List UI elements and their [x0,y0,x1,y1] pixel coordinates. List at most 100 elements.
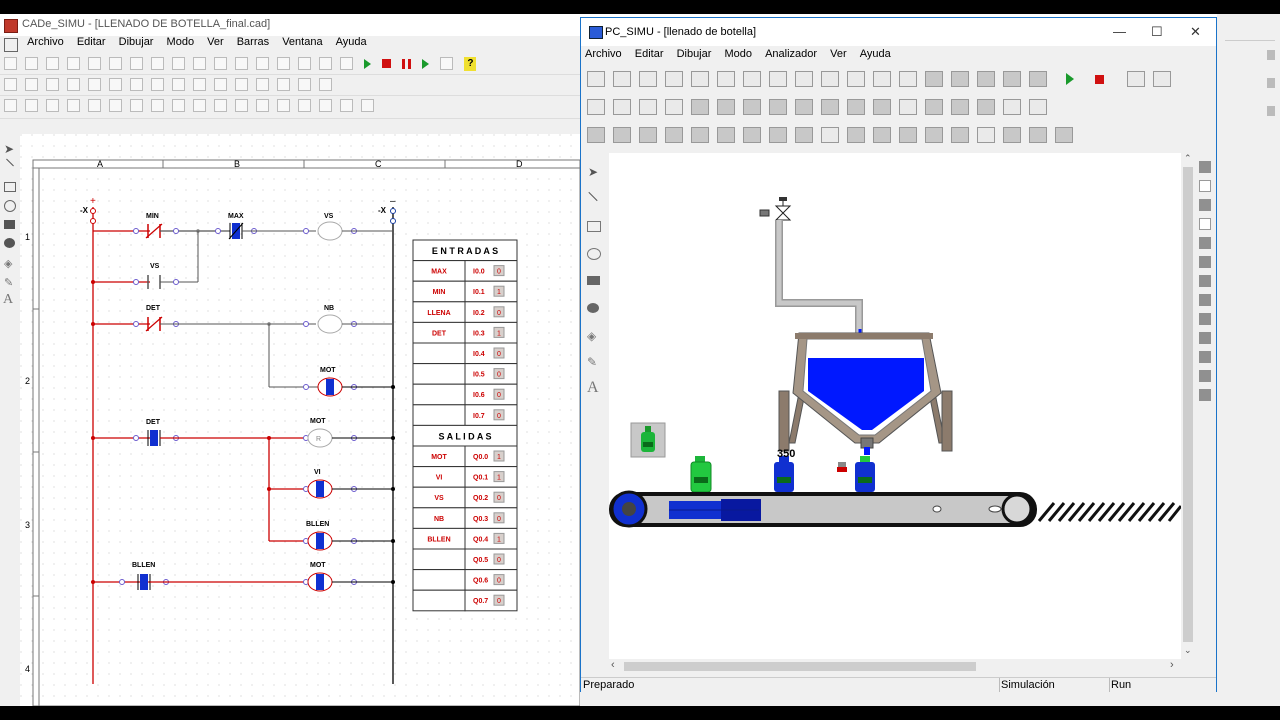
gear-icon[interactable] [821,127,839,143]
valve-icon[interactable] [899,127,917,143]
compare-icon[interactable] [256,99,269,112]
pc-menu-analizador[interactable]: Analizador [765,48,817,60]
component-icon[interactable] [88,78,101,91]
tool-icon[interactable] [1199,218,1211,230]
tool-icon[interactable] [1199,199,1211,211]
new-icon[interactable] [587,71,605,87]
minimize-icon[interactable]: — [1113,24,1126,39]
component-icon[interactable] [67,78,80,91]
pencil-icon[interactable]: ✎ [4,276,13,289]
line-tool-icon[interactable] [588,191,598,202]
stop-icon[interactable] [382,59,392,68]
tool-icon[interactable] [1199,351,1211,363]
tank-icon[interactable] [951,71,969,87]
undo-icon[interactable] [743,71,761,87]
component-icon[interactable] [130,78,143,91]
block-icon[interactable] [821,99,839,115]
hexagon-icon[interactable] [1055,127,1073,143]
speaker-icon[interactable] [977,99,995,115]
tool-icon[interactable] [1199,313,1211,325]
cylinder-icon[interactable] [691,127,709,143]
pcsimu-canvas[interactable]: 350 [609,153,1181,666]
component-icon[interactable] [298,78,311,91]
ungroup-icon[interactable] [821,71,839,87]
menu-dibujar[interactable]: Dibujar [119,36,154,48]
simulate-icon[interactable] [440,57,454,70]
horizontal-scrollbar[interactable]: ‹ › [609,659,1181,673]
hscroll-thumb[interactable] [624,662,976,671]
pause-icon[interactable] [402,59,412,69]
pc-menu-modo[interactable]: Modo [724,48,752,60]
display-icon[interactable] [847,127,865,143]
group-icon[interactable] [795,71,813,87]
pencil-icon[interactable]: ✎ [587,355,597,369]
undo-icon[interactable] [235,57,248,70]
line-tool-icon[interactable] [6,158,14,167]
chart-icon[interactable] [1153,71,1172,87]
text-icon[interactable] [899,99,917,115]
contact-no-icon[interactable] [4,99,17,112]
switch-icon[interactable] [1029,127,1047,143]
counter-icon[interactable] [193,99,206,112]
menu-barras[interactable]: Barras [237,36,269,48]
wire-icon[interactable] [361,99,374,112]
component-icon[interactable] [25,78,38,91]
fill-icon[interactable]: ◈ [4,257,12,270]
cut-icon[interactable] [88,57,101,70]
wire-icon[interactable] [340,99,353,112]
valve-icon[interactable] [691,99,709,115]
timer-icon[interactable] [172,99,185,112]
menu-ayuda[interactable]: Ayuda [336,36,367,48]
timer-icon[interactable] [151,99,164,112]
cade-drawing-canvas[interactable]: A B C D 1 2 3 4 + -X – -X MIN MAX VS VS … [20,134,580,706]
fill-icon[interactable] [951,99,969,115]
zoom-in-icon[interactable] [151,57,164,70]
cylinder-icon[interactable] [665,127,683,143]
gauge-icon[interactable] [1029,99,1047,115]
maximize-icon[interactable]: ☐ [1151,24,1163,40]
belt-icon[interactable] [613,127,631,143]
filled-rect-icon[interactable] [4,220,15,229]
zoom-fit-icon[interactable] [193,57,206,70]
compare-icon[interactable] [319,99,332,112]
image-icon[interactable] [925,99,943,115]
cut-icon[interactable] [665,71,683,87]
block-icon[interactable] [873,99,891,115]
component-icon[interactable] [214,78,227,91]
siren-icon[interactable] [769,127,787,143]
rotate-icon[interactable] [277,57,290,70]
level-icon[interactable] [1003,99,1021,115]
pc-menu-archivo[interactable]: Archivo [585,48,622,60]
menu-archivo[interactable]: Archivo [27,36,64,48]
pipe-icon[interactable] [587,99,605,115]
tank-icon[interactable] [1003,71,1021,87]
run-icon[interactable] [1066,73,1075,85]
component-icon[interactable] [235,78,248,91]
menu-ver[interactable]: Ver [207,36,224,48]
tool-icon[interactable] [1199,389,1211,401]
copy-icon[interactable] [691,71,709,87]
component-icon[interactable] [172,78,185,91]
component-icon[interactable] [319,78,332,91]
fill-icon[interactable]: ◈ [587,329,596,343]
rect-tool-icon[interactable] [587,221,601,232]
monitor-icon[interactable] [925,71,943,87]
stop-icon[interactable] [1095,75,1105,84]
select-arrow-icon[interactable]: ➤ [588,165,598,179]
compare-icon[interactable] [298,99,311,112]
bottle-icon[interactable] [873,127,891,143]
pc-menu-editar[interactable]: Editar [635,48,664,60]
zoom-out-icon[interactable] [172,57,185,70]
paste-icon[interactable] [130,57,143,70]
tool-icon[interactable] [1199,332,1211,344]
counter-icon[interactable] [214,99,227,112]
compare-icon[interactable] [277,99,290,112]
text-tool-icon[interactable]: A [587,379,599,397]
help-icon[interactable]: ? [464,57,477,71]
print-icon[interactable] [67,57,80,70]
component-icon[interactable] [109,78,122,91]
pipe-icon[interactable] [613,99,631,115]
component-icon[interactable] [256,78,269,91]
cylinder-icon[interactable] [639,127,657,143]
save-icon[interactable] [639,71,657,87]
